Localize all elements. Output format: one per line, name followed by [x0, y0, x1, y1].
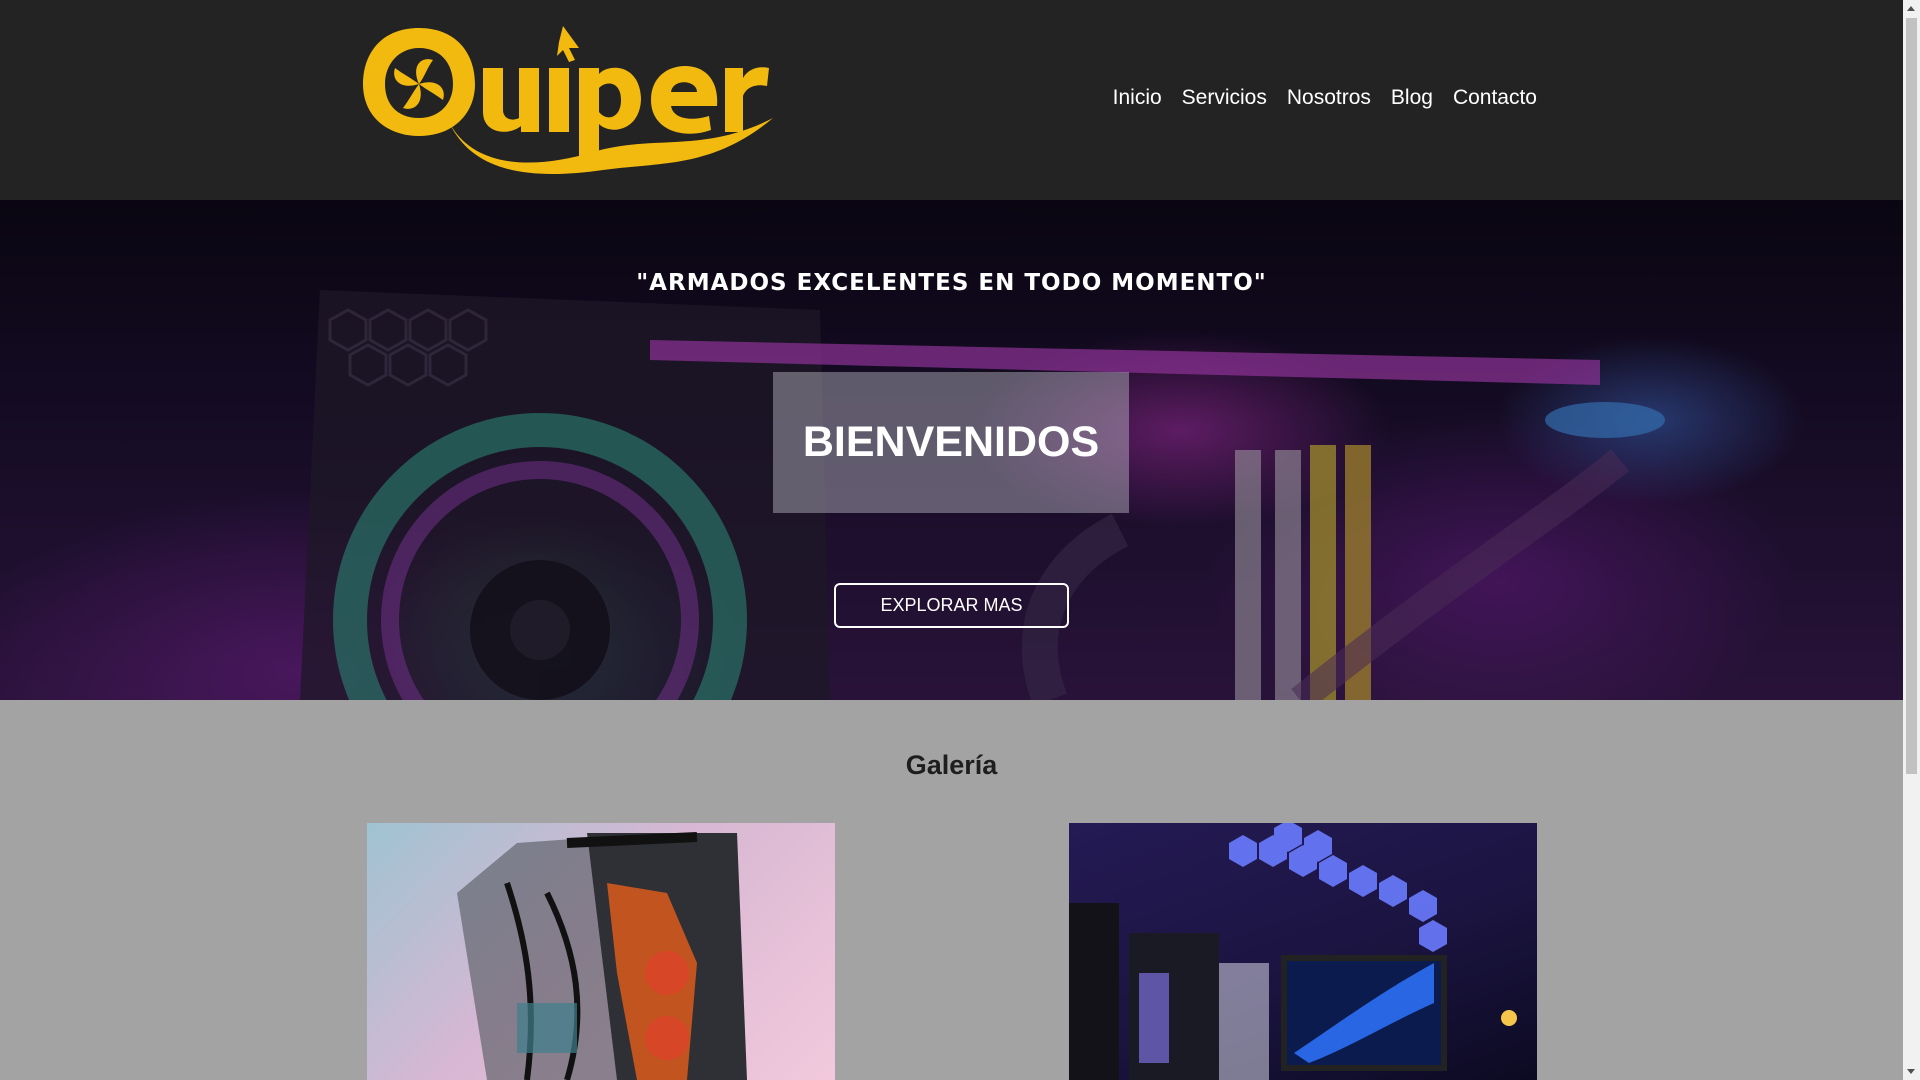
welcome-heading: BIENVENIDOS: [802, 418, 1100, 466]
gaming-setup-illustration: [1069, 823, 1517, 1080]
nav-servicios[interactable]: Servicios: [1182, 86, 1267, 110]
nav-inicio[interactable]: Inicio: [1113, 86, 1162, 110]
site-header: Inicio Servicios Nosotros Blog Contacto: [0, 0, 1903, 200]
scroll-thumb[interactable]: [1906, 18, 1917, 774]
quiper-logo[interactable]: [363, 18, 773, 178]
page-scrollbar[interactable]: [1903, 0, 1920, 1080]
hero-banner: "ARMADOS EXCELENTES EN TODO MOMENTO" BIE…: [0, 200, 1903, 700]
nav-nosotros[interactable]: Nosotros: [1287, 86, 1371, 110]
gallery-image-pc-case[interactable]: [367, 823, 835, 1080]
gallery-title: Galería: [905, 750, 998, 780]
main-nav: Inicio Servicios Nosotros Blog Contacto: [1113, 86, 1537, 110]
scroll-down-icon[interactable]: [1907, 1069, 1915, 1074]
welcome-box: BIENVENIDOS: [773, 372, 1129, 513]
scroll-up-icon[interactable]: [1907, 6, 1915, 11]
gallery-image-gaming-setup[interactable]: [1069, 823, 1537, 1080]
page: Inicio Servicios Nosotros Blog Contacto: [0, 0, 1920, 1080]
gallery-section: Galería: [0, 700, 1903, 1080]
nav-blog[interactable]: Blog: [1391, 86, 1433, 110]
hero-slogan: "ARMADOS EXCELENTES EN TODO MOMENTO": [636, 270, 1267, 296]
pc-case-illustration: [457, 832, 747, 1080]
explore-more-button[interactable]: EXPLORAR MAS: [834, 583, 1069, 628]
nav-contacto[interactable]: Contacto: [1453, 86, 1537, 110]
